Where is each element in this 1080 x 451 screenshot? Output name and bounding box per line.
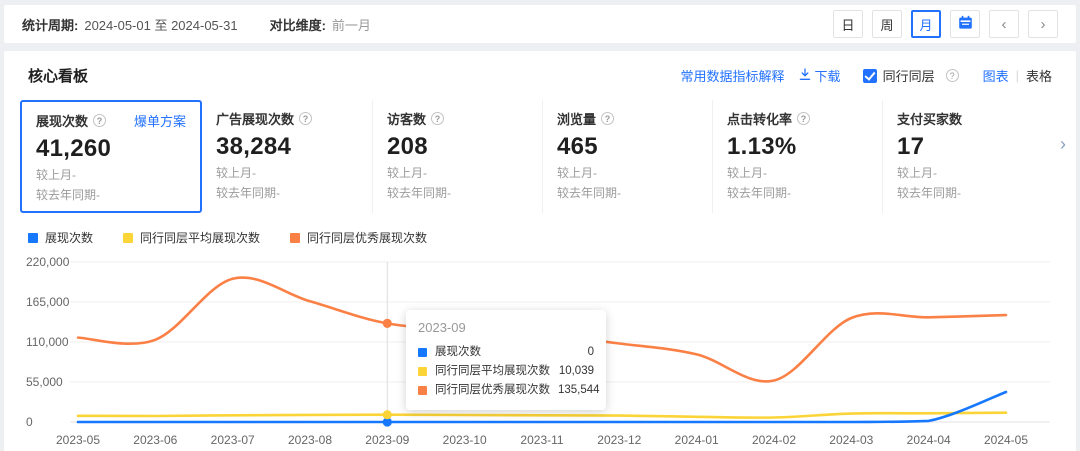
- mom-compare: 较上月-: [216, 165, 358, 181]
- page-title: 核心看板: [28, 65, 88, 86]
- yoy-compare: 较去年同期-: [557, 185, 698, 201]
- svg-text:110,000: 110,000: [26, 335, 69, 349]
- period-toolbar: 统计周期: 2024-05-01 至 2024-05-31 对比维度: 前一月 …: [4, 5, 1076, 43]
- yoy-compare: 较去年同期-: [36, 187, 186, 203]
- svg-text:55,000: 55,000: [26, 375, 63, 389]
- calendar-icon: [958, 15, 973, 33]
- help-icon[interactable]: ?: [93, 114, 106, 127]
- view-chart-toggle[interactable]: 图表: [983, 66, 1009, 85]
- svg-text:0: 0: [26, 415, 33, 429]
- cards-next-arrow[interactable]: ›: [1060, 134, 1066, 155]
- prev-period-button[interactable]: ‹: [989, 10, 1019, 38]
- mom-compare: 较上月-: [557, 165, 698, 181]
- svg-text:2024-02: 2024-02: [752, 433, 796, 447]
- metric-explain-link[interactable]: 常用数据指标解释: [681, 66, 785, 85]
- chevron-right-icon: ›: [1041, 16, 1046, 33]
- toggle-divider: |: [1016, 68, 1019, 83]
- promo-plan-link[interactable]: 爆单方案: [134, 111, 186, 130]
- metric-card-ad-impressions[interactable]: 广告展现次数 ? 38,284 较上月- 较去年同期-: [202, 100, 372, 213]
- range-month-button[interactable]: 月: [911, 10, 941, 38]
- next-period-button[interactable]: ›: [1028, 10, 1058, 38]
- svg-text:2023-08: 2023-08: [288, 433, 332, 447]
- peer-layer-label: 同行同层: [883, 66, 935, 85]
- svg-text:2023-05: 2023-05: [56, 433, 100, 447]
- peer-layer-checkbox[interactable]: [863, 69, 877, 83]
- metric-card-pageviews[interactable]: 浏览量 ? 465 较上月- 较去年同期-: [542, 100, 712, 213]
- yoy-compare: 较去年同期-: [216, 185, 358, 201]
- tooltip-swatch: [418, 367, 427, 376]
- calendar-button[interactable]: [950, 10, 980, 38]
- metric-cards-row: 展现次数 ? 爆单方案 41,260 较上月- 较去年同期- 广告展现次数 ? …: [20, 100, 1060, 213]
- svg-text:2023-11: 2023-11: [520, 433, 563, 447]
- yoy-compare: 较去年同期-: [897, 185, 1038, 201]
- chart-legend: 展现次数 同行同层平均展现次数 同行同层优秀展现次数: [28, 229, 1076, 246]
- yoy-compare: 较去年同期-: [387, 185, 528, 201]
- svg-text:2023-09: 2023-09: [365, 433, 409, 447]
- svg-text:2024-03: 2024-03: [829, 433, 873, 447]
- core-dashboard-panel: 核心看板 常用数据指标解释 下载 同行同层 ? 图表 | 表格: [4, 51, 1076, 451]
- svg-text:165,000: 165,000: [26, 295, 70, 309]
- metric-value: 38,284: [216, 133, 358, 161]
- yoy-compare: 较去年同期-: [727, 185, 868, 201]
- metric-card-ctr[interactable]: 点击转化率 ? 1.13% 较上月- 较去年同期-: [712, 100, 882, 213]
- period-value: 2024-05-01 至 2024-05-31: [84, 15, 237, 34]
- compare-value: 前一月: [332, 15, 371, 34]
- legend-item-peer-excellent[interactable]: 同行同层优秀展现次数: [290, 229, 427, 246]
- legend-item-impressions[interactable]: 展现次数: [28, 229, 93, 246]
- legend-item-peer-average[interactable]: 同行同层平均展现次数: [123, 229, 260, 246]
- metric-value: 208: [387, 133, 528, 161]
- help-icon[interactable]: ?: [431, 112, 444, 125]
- svg-text:2024-01: 2024-01: [675, 433, 719, 447]
- metric-card-paying-buyers[interactable]: 支付买家数 17 较上月- 较去年同期-: [882, 100, 1052, 213]
- metric-value: 17: [897, 133, 1038, 161]
- metric-value: 465: [557, 133, 698, 161]
- view-table-toggle[interactable]: 表格: [1026, 66, 1052, 85]
- chart-tooltip: 2023-09 展现次数 0 同行同层平均展现次数 10,039 同行同层优秀展…: [406, 310, 606, 410]
- download-icon: [799, 68, 811, 84]
- help-icon[interactable]: ?: [601, 112, 614, 125]
- tooltip-swatch: [418, 348, 427, 357]
- mom-compare: 较上月-: [897, 165, 1038, 181]
- metric-card-visitors[interactable]: 访客数 ? 208 较上月- 较去年同期-: [372, 100, 542, 213]
- chevron-left-icon: ‹: [1002, 16, 1007, 33]
- metric-card-impressions[interactable]: 展现次数 ? 爆单方案 41,260 较上月- 较去年同期-: [20, 100, 202, 213]
- help-icon[interactable]: ?: [797, 112, 810, 125]
- trend-chart[interactable]: 0 55,000 110,000 165,000 220,000 2023-05 2023-…: [4, 252, 1076, 451]
- download-link[interactable]: 下载: [799, 66, 841, 85]
- period-label: 统计周期:: [22, 15, 78, 34]
- svg-text:2023-06: 2023-06: [133, 433, 177, 447]
- help-icon[interactable]: ?: [299, 112, 312, 125]
- svg-text:2023-12: 2023-12: [597, 433, 641, 447]
- tooltip-date: 2023-09: [418, 320, 594, 335]
- peer-help-icon[interactable]: ?: [946, 69, 959, 82]
- svg-text:2023-07: 2023-07: [211, 433, 255, 447]
- svg-text:2023-10: 2023-10: [443, 433, 487, 447]
- mom-compare: 较上月-: [36, 167, 186, 183]
- mom-compare: 较上月-: [727, 165, 868, 181]
- range-week-button[interactable]: 周: [872, 10, 902, 38]
- legend-swatch: [28, 233, 38, 243]
- metric-value: 1.13%: [727, 133, 868, 161]
- svg-text:220,000: 220,000: [26, 255, 70, 269]
- compare-label: 对比维度:: [270, 15, 326, 34]
- range-day-button[interactable]: 日: [833, 10, 863, 38]
- svg-text:2024-05: 2024-05: [984, 433, 1028, 447]
- legend-swatch: [123, 233, 133, 243]
- metric-value: 41,260: [36, 135, 186, 163]
- mom-compare: 较上月-: [387, 165, 528, 181]
- svg-text:2024-04: 2024-04: [907, 433, 951, 447]
- tooltip-swatch: [418, 386, 427, 395]
- legend-swatch: [290, 233, 300, 243]
